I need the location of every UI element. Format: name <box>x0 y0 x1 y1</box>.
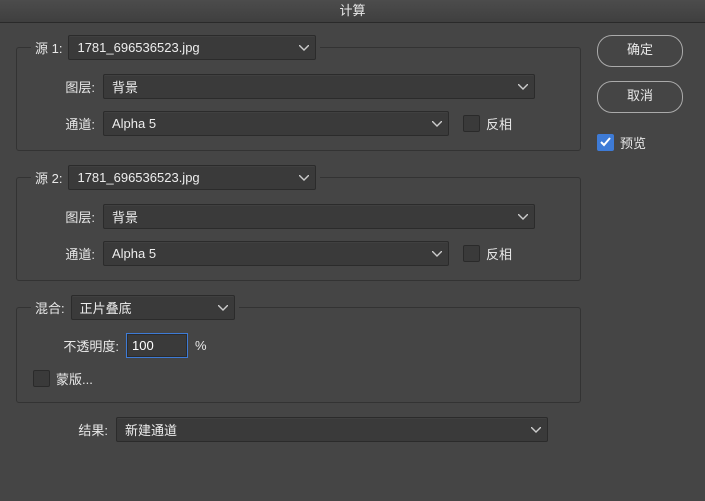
chevron-down-icon <box>432 251 442 257</box>
mask-label: 蒙版... <box>56 369 93 388</box>
checkbox-icon <box>463 245 480 262</box>
checkbox-icon <box>463 115 480 132</box>
source2-layer-select[interactable]: 背景 <box>103 204 535 229</box>
source1-legend-label: 源 1: <box>35 38 62 57</box>
ok-button[interactable]: 确定 <box>597 35 683 67</box>
source1-file-select[interactable]: 1781_696536523.jpg <box>68 35 316 60</box>
source2-invert-label: 反相 <box>486 244 512 263</box>
source2-channel-label: 通道: <box>31 244 95 263</box>
source1-channel-label: 通道: <box>31 114 95 133</box>
chevron-down-icon <box>299 45 309 51</box>
chevron-down-icon <box>299 175 309 181</box>
chevron-down-icon <box>432 121 442 127</box>
source2-channel-select[interactable]: Alpha 5 <box>103 241 449 266</box>
source1-invert-checkbox[interactable]: 反相 <box>463 114 512 133</box>
opacity-input[interactable] <box>127 334 187 357</box>
ok-button-label: 确定 <box>627 42 653 57</box>
checkbox-checked-icon <box>597 134 614 151</box>
source2-channel-value: Alpha 5 <box>112 246 156 261</box>
chevron-down-icon <box>518 214 528 220</box>
result-label: 结果: <box>30 420 108 439</box>
cancel-button-label: 取消 <box>627 88 653 103</box>
opacity-unit: % <box>195 338 207 353</box>
blending-mode-select[interactable]: 正片叠底 <box>71 295 235 320</box>
result-select[interactable]: 新建通道 <box>116 417 548 442</box>
source1-legend: 源 1: 1781_696536523.jpg <box>31 35 320 60</box>
result-row: 结果: 新建通道 <box>30 417 581 442</box>
blending-legend-label: 混合: <box>35 298 65 317</box>
source1-invert-label: 反相 <box>486 114 512 133</box>
source2-file-value: 1781_696536523.jpg <box>77 170 199 185</box>
mask-checkbox[interactable]: 蒙版... <box>33 369 93 388</box>
source1-layer-label: 图层: <box>31 77 95 96</box>
source2-legend-label: 源 2: <box>35 168 62 187</box>
chevron-down-icon <box>531 427 541 433</box>
cancel-button[interactable]: 取消 <box>597 81 683 113</box>
window-title: 计算 <box>339 3 365 18</box>
checkbox-icon <box>33 370 50 387</box>
preview-checkbox[interactable]: 预览 <box>597 133 646 152</box>
source2-layer-label: 图层: <box>31 207 95 226</box>
blending-group: 混合: 正片叠底 不透明度: % <box>16 295 581 403</box>
source2-group: 源 2: 1781_696536523.jpg 图层: 背景 <box>16 165 581 281</box>
source2-layer-value: 背景 <box>112 207 138 226</box>
source2-invert-checkbox[interactable]: 反相 <box>463 244 512 263</box>
source1-group: 源 1: 1781_696536523.jpg 图层: 背景 <box>16 35 581 151</box>
source1-channel-value: Alpha 5 <box>112 116 156 131</box>
opacity-label: 不透明度: <box>31 336 119 355</box>
source1-file-value: 1781_696536523.jpg <box>77 40 199 55</box>
chevron-down-icon <box>518 84 528 90</box>
source2-file-select[interactable]: 1781_696536523.jpg <box>68 165 316 190</box>
result-value: 新建通道 <box>125 420 177 439</box>
blending-mode-value: 正片叠底 <box>80 298 132 317</box>
chevron-down-icon <box>218 305 228 311</box>
source1-layer-value: 背景 <box>112 77 138 96</box>
window-titlebar: 计算 <box>0 0 705 23</box>
preview-label: 预览 <box>620 133 646 152</box>
blending-legend: 混合: 正片叠底 <box>31 295 239 320</box>
source2-legend: 源 2: 1781_696536523.jpg <box>31 165 320 190</box>
source1-channel-select[interactable]: Alpha 5 <box>103 111 449 136</box>
source1-layer-select[interactable]: 背景 <box>103 74 535 99</box>
